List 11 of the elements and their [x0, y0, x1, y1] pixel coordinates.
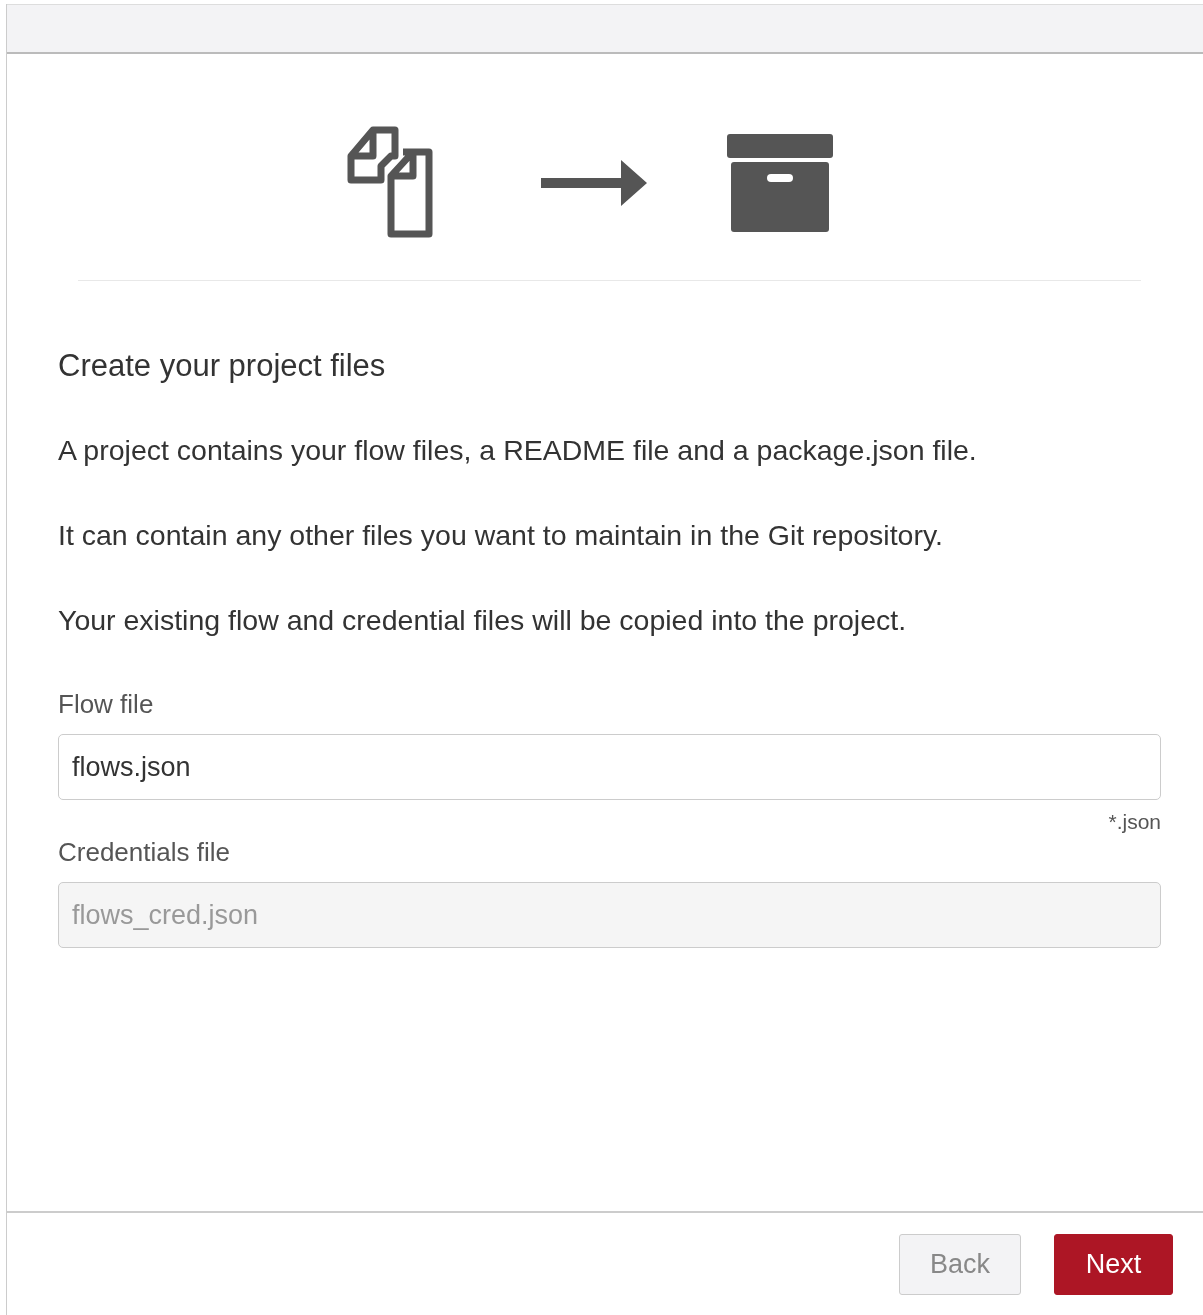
field-label: Credentials file [58, 836, 231, 869]
description-text: A project contains your flow files, a README file and a package.json file. [58, 433, 978, 468]
text-field[interactable]: flows.json [58, 734, 1161, 800]
field-hint: *.json [1108, 809, 1161, 835]
description-text: It can contain any other files you want to maintain in the Git repository. [58, 518, 945, 553]
field-label: Flow file [58, 688, 155, 721]
section-heading: Create your project files [58, 348, 387, 384]
archive-box-icon [727, 134, 833, 232]
arrow-icon [539, 158, 649, 208]
description-text: Your existing flow and credential files will be copied into the project. [58, 603, 908, 638]
next-button[interactable]: Next [1054, 1233, 1173, 1295]
